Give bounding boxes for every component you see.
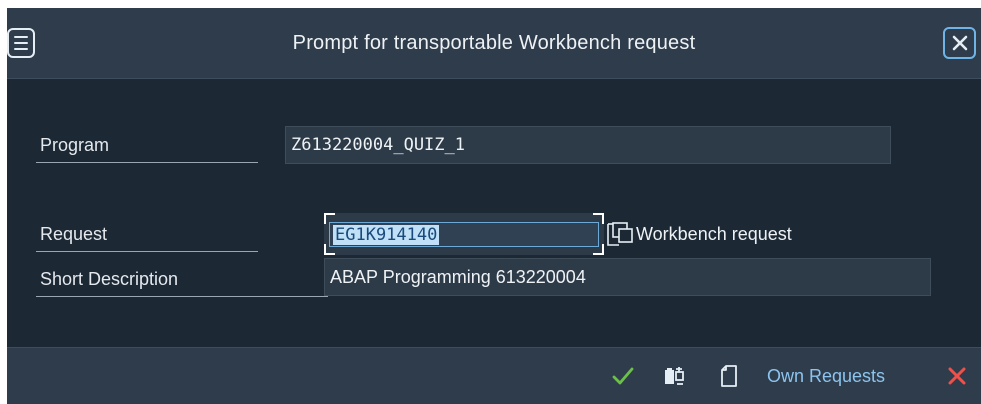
- continue-button[interactable]: [610, 362, 636, 390]
- request-label: Request: [36, 217, 258, 252]
- program-field: Z613220004_QUIZ_1: [285, 126, 891, 164]
- own-requests-button[interactable]: Own Requests: [767, 362, 885, 390]
- request-type-text: Workbench request: [636, 223, 792, 244]
- checkmark-icon: [612, 367, 634, 385]
- focus-corner: [324, 244, 335, 255]
- focus-corner: [593, 244, 604, 255]
- close-button[interactable]: [943, 27, 976, 59]
- short-description-label: Short Description: [36, 262, 328, 297]
- value-help-icon: [607, 222, 633, 246]
- focus-corner: [324, 213, 335, 224]
- menu-line: [14, 48, 28, 50]
- document-icon: [721, 365, 737, 387]
- hamburger-menu-icon[interactable]: [7, 28, 35, 58]
- request-input-box: EG1K914140: [329, 222, 599, 247]
- title-bar: Prompt for transportable Workbench reque…: [7, 8, 981, 79]
- value-help-button[interactable]: [605, 220, 635, 248]
- request-input[interactable]: EG1K914140: [324, 213, 604, 255]
- create-request-icon: [665, 367, 684, 385]
- cancel-button[interactable]: [944, 362, 970, 390]
- new-document-button[interactable]: [718, 361, 740, 391]
- close-icon: [952, 35, 967, 51]
- request-value-selected: EG1K914140: [333, 225, 440, 245]
- program-label: Program: [36, 128, 258, 163]
- menu-line: [14, 36, 28, 38]
- dialog-title: Prompt for transportable Workbench reque…: [292, 31, 696, 54]
- focus-corner: [593, 213, 604, 224]
- transport-request-dialog: Prompt for transportable Workbench reque…: [7, 8, 981, 404]
- cancel-x-icon: [948, 367, 966, 385]
- create-request-button[interactable]: [662, 362, 688, 390]
- footer-toolbar: Own Requests: [7, 347, 981, 404]
- menu-line: [14, 42, 28, 44]
- short-description-field: ABAP Programming 613220004: [324, 258, 931, 296]
